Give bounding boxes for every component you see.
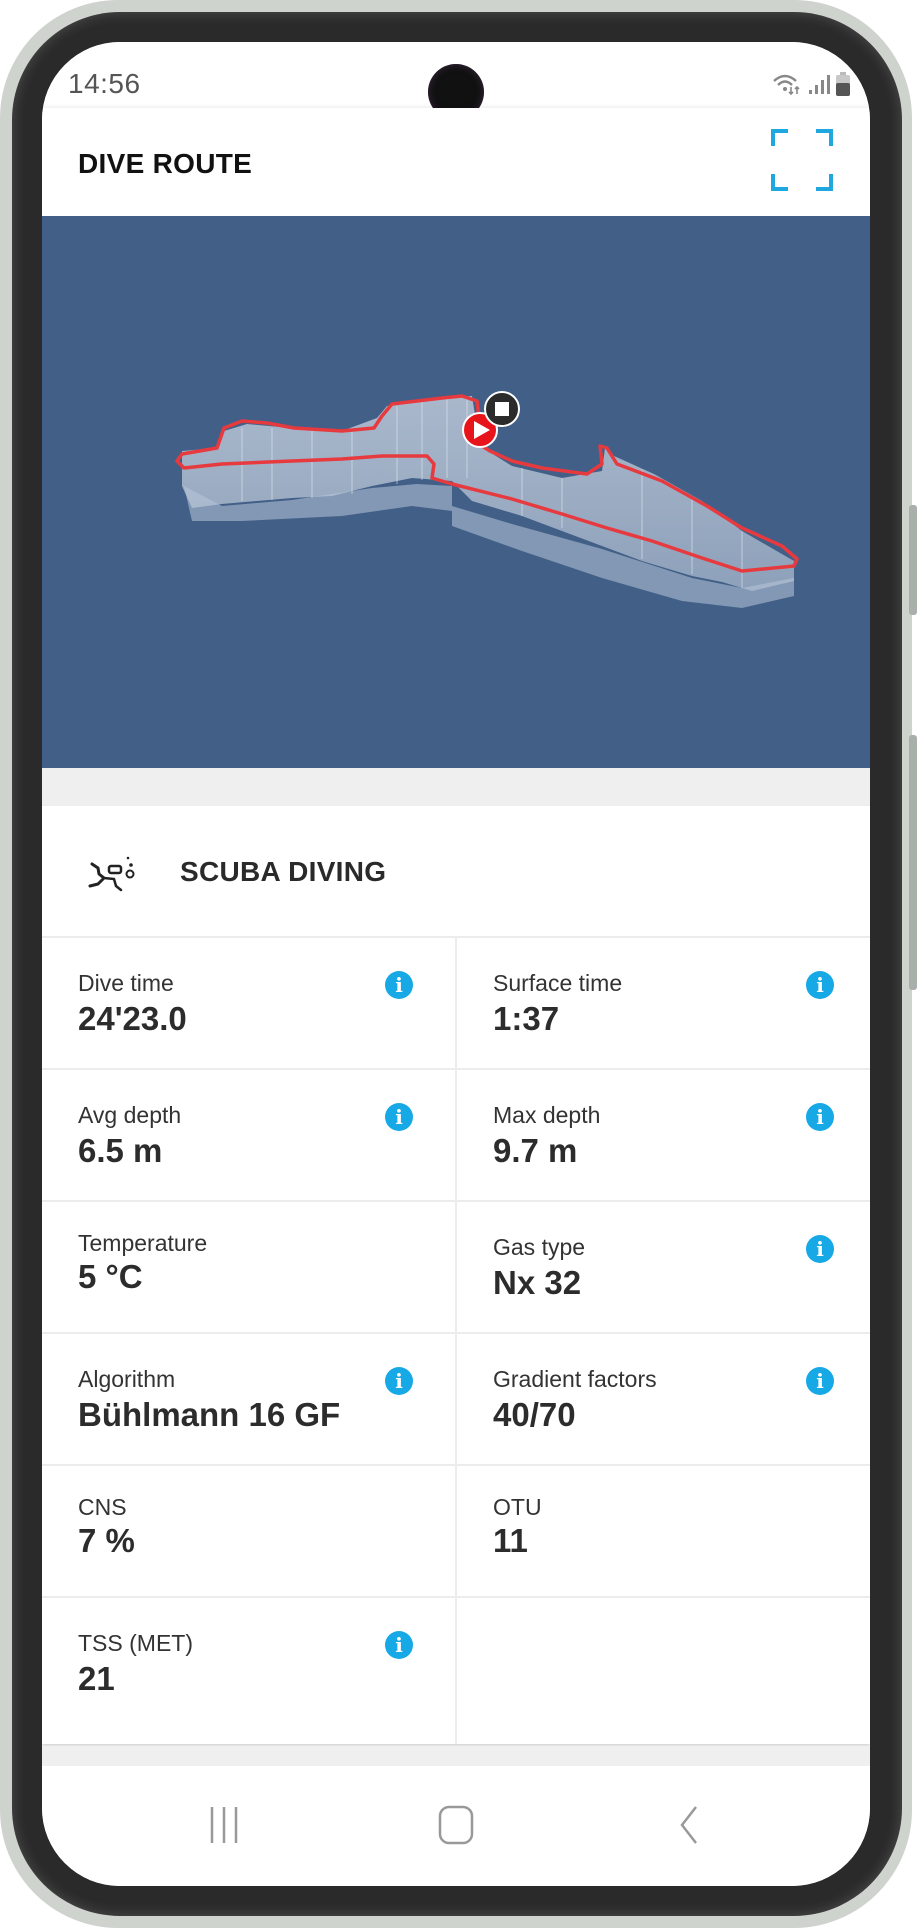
info-icon[interactable]: i	[385, 1103, 413, 1131]
stats-row: Temperature 5 °C Gas type Nx 32 i	[42, 1202, 870, 1334]
stat-value: 5 °C	[78, 1258, 143, 1295]
stat-value: 1:37	[493, 1000, 560, 1037]
stats-row: CNS 7 % OTU 11	[42, 1466, 870, 1598]
stat-value: 21	[78, 1660, 115, 1697]
stat-max-depth: Max depth 9.7 m i	[457, 1070, 870, 1200]
section-divider	[42, 1746, 870, 1766]
stats-grid: Dive time 24'23.0 i Surface time 1:37 i …	[42, 938, 870, 1744]
stat-cns: CNS 7 %	[42, 1466, 457, 1596]
stat-label: CNS	[78, 1494, 127, 1520]
app-bar: DIVE ROUTE	[42, 108, 870, 216]
fullscreen-icon	[771, 129, 833, 191]
back-icon	[680, 1806, 697, 1844]
info-icon[interactable]: i	[806, 1103, 834, 1131]
stats-row: TSS (MET) 21 i	[42, 1598, 870, 1744]
stat-label: Gas type	[493, 1234, 586, 1260]
stat-value: 40/70	[493, 1396, 576, 1433]
home-button[interactable]	[426, 1800, 486, 1850]
info-icon[interactable]: i	[806, 1367, 834, 1395]
fullscreen-button[interactable]	[770, 128, 834, 192]
wifi-icon	[772, 73, 802, 100]
home-icon	[438, 1805, 474, 1845]
stat-dive-time: Dive time 24'23.0 i	[42, 938, 457, 1068]
stats-row: Algorithm Bühlmann 16 GF i Gradient fact…	[42, 1334, 870, 1466]
battery-icon	[836, 72, 850, 101]
activity-header: SCUBA DIVING	[42, 806, 870, 938]
stat-label: Dive time	[78, 970, 174, 996]
route-3d-view	[175, 391, 799, 608]
stat-tss: TSS (MET) 21 i	[42, 1598, 457, 1744]
stat-surface-time: Surface time 1:37 i	[457, 938, 870, 1068]
info-icon[interactable]: i	[806, 971, 834, 999]
scuba-diver-icon	[88, 856, 135, 892]
stat-value: Bühlmann 16 GF	[78, 1396, 341, 1433]
stat-algorithm: Algorithm Bühlmann 16 GF i	[42, 1334, 457, 1464]
stat-value: Nx 32	[493, 1264, 582, 1301]
stat-value: 6.5 m	[78, 1132, 163, 1169]
stat-label: Avg depth	[78, 1102, 182, 1128]
stats-row: Dive time 24'23.0 i Surface time 1:37 i	[42, 938, 870, 1070]
stat-label: TSS (MET)	[78, 1630, 193, 1656]
stat-label: OTU	[493, 1494, 542, 1520]
section-divider	[42, 768, 870, 806]
stat-gas-type: Gas type Nx 32 i	[457, 1202, 870, 1332]
stop-icon	[495, 402, 509, 416]
stat-value: 11	[493, 1522, 528, 1559]
screen: 14:56 DIVE ROUTE SCUBA DIVING Dive time …	[42, 42, 870, 1886]
stat-avg-depth: Avg depth 6.5 m i	[42, 1070, 457, 1200]
stat-value: 9.7 m	[493, 1132, 578, 1169]
stat-label: Temperature	[78, 1230, 208, 1256]
stat-temperature: Temperature 5 °C	[42, 1202, 457, 1332]
stat-value: 24'23.0	[78, 1000, 187, 1037]
stat-label: Algorithm	[78, 1366, 176, 1392]
back-button[interactable]	[658, 1800, 718, 1850]
info-icon[interactable]: i	[385, 971, 413, 999]
stat-otu: OTU 11	[457, 1466, 870, 1596]
info-icon[interactable]: i	[385, 1367, 413, 1395]
stat-gradient-factors: Gradient factors 40/70 i	[457, 1334, 870, 1464]
info-icon[interactable]: i	[806, 1235, 834, 1263]
page-title: DIVE ROUTE	[78, 148, 253, 179]
volume-button	[909, 505, 917, 615]
signal-icon	[808, 74, 830, 99]
power-button	[909, 735, 917, 990]
recent-apps-icon	[210, 1807, 238, 1843]
recent-apps-button[interactable]	[194, 1800, 254, 1850]
stat-label: Max depth	[493, 1102, 601, 1128]
stats-row: Avg depth 6.5 m i Max depth 9.7 m i	[42, 1070, 870, 1202]
dive-summary-card: SCUBA DIVING Dive time 24'23.0 i Surface…	[42, 806, 870, 1744]
system-nav-bar	[42, 1766, 870, 1886]
end-marker[interactable]	[484, 391, 520, 427]
stat-label: Surface time	[493, 970, 623, 996]
status-icons	[772, 72, 850, 101]
activity-title: SCUBA DIVING	[180, 856, 387, 887]
stat-value: 7 %	[78, 1522, 135, 1559]
status-time: 14:56	[68, 68, 141, 99]
dive-route-map[interactable]	[42, 216, 870, 768]
info-icon[interactable]: i	[385, 1631, 413, 1659]
stat-empty	[457, 1598, 870, 1744]
stat-label: Gradient factors	[493, 1366, 657, 1392]
